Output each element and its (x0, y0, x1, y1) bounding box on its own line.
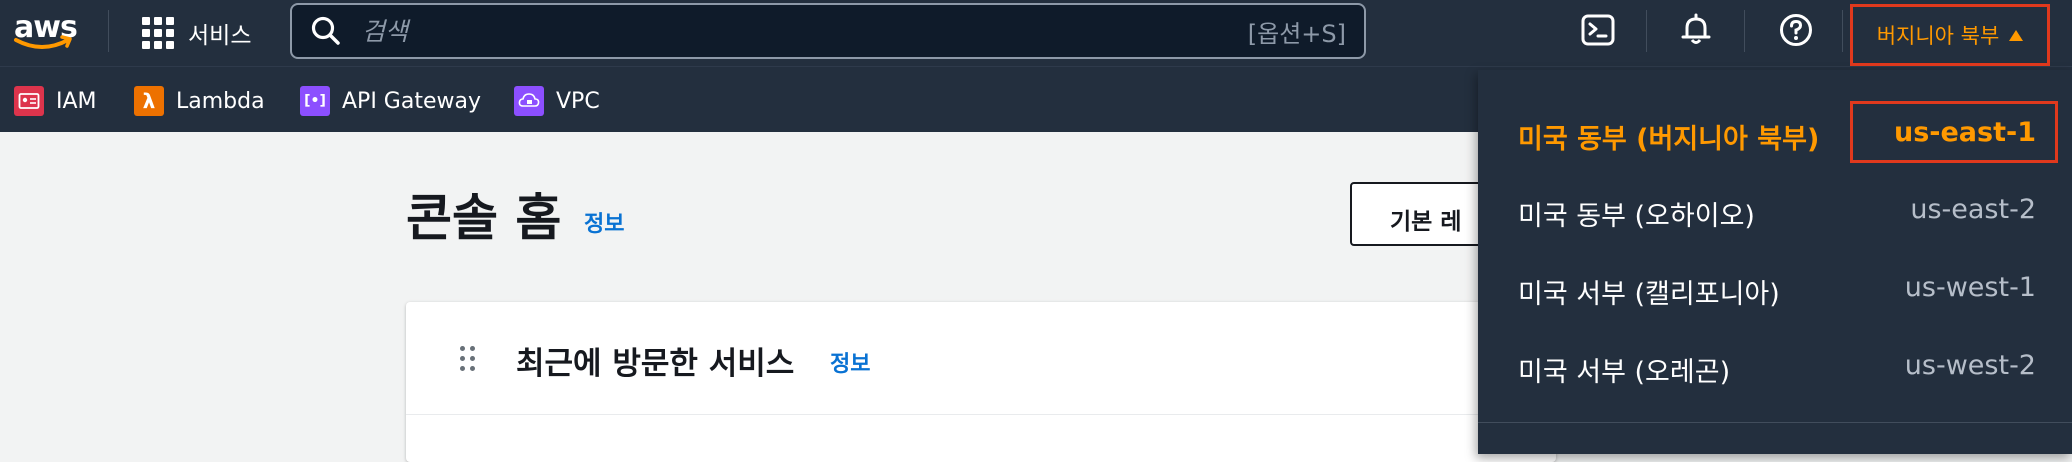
nav-divider (1744, 10, 1745, 52)
card-header: 최근에 방문한 서비스 정보 (406, 302, 1556, 415)
vpc-icon (514, 86, 544, 116)
card-info-link[interactable]: 정보 (830, 346, 870, 378)
iam-icon (14, 86, 44, 116)
region-selector-button[interactable]: 버지니아 북부 (1850, 4, 2050, 66)
favorite-label: VPC (556, 88, 600, 114)
card-title: 최근에 방문한 서비스 (516, 346, 795, 382)
nav-divider (108, 10, 109, 52)
favorite-label: Lambda (176, 88, 265, 114)
region-code: us-west-1 (1904, 272, 2036, 303)
nav-divider (1842, 10, 1843, 52)
cloudshell-icon[interactable] (1580, 12, 1616, 48)
drag-handle-icon[interactable] (460, 346, 475, 371)
region-name: 미국 동부 (오하이오) (1518, 201, 1755, 232)
top-navigation-bar: aws 서비스 [옵션+S] 버지니아 (0, 0, 2072, 66)
caret-up-icon (2009, 29, 2024, 41)
help-icon[interactable] (1778, 12, 1814, 48)
services-label: 서비스 (188, 23, 252, 49)
aws-logo[interactable]: aws (12, 10, 78, 52)
lambda-icon: λ (134, 86, 164, 116)
region-option-us-west-2[interactable]: 미국 서부 (오레곤) us-west-2 (1478, 330, 2072, 408)
favorite-api-gateway[interactable]: [•] API Gateway (300, 86, 481, 116)
api-gateway-icon: [•] (300, 86, 330, 116)
services-menu-button[interactable]: 서비스 (142, 16, 251, 50)
aws-smile-icon (14, 35, 72, 49)
page-title: 콘솔 홈 (406, 189, 562, 247)
grid-menu-icon (142, 17, 174, 49)
search-shortcut-hint: [옵션+S] (1247, 19, 1346, 48)
region-code: us-east-2 (1910, 194, 2036, 225)
dropdown-divider (1478, 422, 2072, 423)
favorite-label: API Gateway (342, 88, 481, 114)
region-name: 미국 동부 (버지니아 북부) (1518, 124, 1820, 155)
region-selector-label: 버지니아 북부 (1876, 24, 2000, 48)
region-dropdown: 미국 동부 (버지니아 북부) us-east-1 미국 동부 (오하이오) u… (1478, 70, 2072, 454)
region-code: us-west-2 (1904, 350, 2036, 381)
region-option-us-east-2[interactable]: 미국 동부 (오하이오) us-east-2 (1478, 174, 2072, 252)
favorite-lambda[interactable]: λ Lambda (134, 86, 265, 116)
search-bar[interactable]: [옵션+S] (290, 3, 1366, 59)
selected-region-highlight (1850, 101, 2058, 163)
search-icon (311, 16, 340, 45)
favorite-vpc[interactable]: VPC (514, 86, 600, 116)
page-info-link[interactable]: 정보 (584, 206, 624, 238)
region-option-us-west-1[interactable]: 미국 서부 (캘리포니아) us-west-1 (1478, 252, 2072, 330)
notifications-bell-icon[interactable] (1678, 12, 1714, 48)
favorite-label: IAM (56, 88, 97, 114)
nav-divider (1646, 10, 1647, 52)
recently-visited-card: 최근에 방문한 서비스 정보 (406, 302, 1556, 462)
region-name: 미국 서부 (오레곤) (1518, 357, 1731, 388)
favorite-iam[interactable]: IAM (14, 86, 97, 116)
region-name: 미국 서부 (캘리포니아) (1518, 279, 1780, 310)
search-input[interactable] (360, 15, 1244, 47)
